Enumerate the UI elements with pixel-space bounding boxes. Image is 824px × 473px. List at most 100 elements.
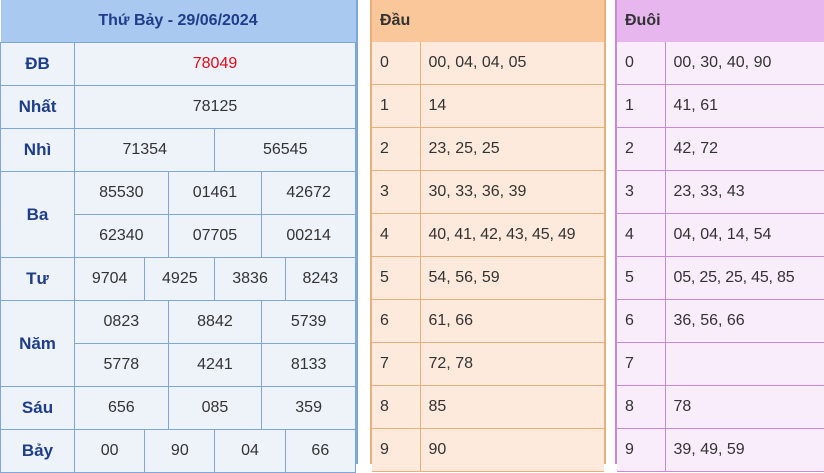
head-digit-values: 14 [420, 84, 604, 128]
prize-row-bay: Bảy 00 90 04 66 [0, 429, 357, 473]
head-digit-row: 1 14 [372, 84, 604, 128]
head-digit-row: 8 85 [372, 385, 604, 429]
tail-digit-header-row: Đuôi [617, 0, 824, 42]
results-header-row: Thứ Bảy - 29/06/2024 [0, 0, 356, 43]
tail-digit-values: 23, 33, 43 [665, 170, 824, 214]
tail-digit-values: 00, 30, 40, 90 [665, 42, 824, 85]
tail-digit-key: 1 [617, 84, 666, 128]
seventh-prize-number: 00 [73, 429, 146, 473]
head-digit-values: 90 [420, 428, 604, 472]
third-prize-number: 00214 [261, 214, 356, 258]
head-digit-row: 6 61, 66 [372, 299, 604, 343]
prize-row-ba: Ba 85530 01461 42672 [0, 171, 356, 258]
third-prize-number: 62340 [74, 214, 169, 258]
head-digit-table: Đầu 0 00, 04, 04, 05 1 14 2 23, 25, 25 3 30,… [372, 0, 604, 472]
tail-digit-row: 8 78 [617, 385, 824, 429]
prize-label-sau: Sáu [0, 386, 75, 430]
prize-label-bay: Bảy [0, 429, 75, 473]
prize-label-nam: Năm [0, 300, 75, 387]
head-digit-panel: Đầu 0 00, 04, 04, 05 1 14 2 23, 25, 25 3 30,… [370, 0, 606, 472]
third-prize-number: 42672 [261, 171, 356, 215]
head-digit-row: 4 40, 41, 42, 43, 45, 49 [372, 213, 604, 257]
sixth-prize-number: 656 [74, 386, 169, 430]
head-digit-header-blank [420, 0, 604, 42]
head-digit-key: 4 [372, 213, 421, 257]
fifth-prize-number: 8842 [167, 300, 263, 344]
head-digit-header-row: Đầu [372, 0, 604, 42]
head-digit-row: 5 54, 56, 59 [372, 256, 604, 300]
second-prize-number: 56545 [214, 128, 356, 172]
prize-row-tu: Tư 9704 4925 3836 8243 [0, 257, 357, 301]
head-digit-key: 8 [372, 385, 421, 429]
fifth-prize-number: 8133 [261, 343, 356, 387]
tail-digit-key: 7 [617, 342, 666, 386]
seventh-prize-number: 90 [144, 429, 216, 473]
head-digit-key: 3 [372, 170, 421, 214]
sixth-prize-number: 359 [261, 386, 356, 430]
prize-label-db: ĐB [0, 42, 75, 86]
fourth-prize-number: 9704 [73, 257, 146, 301]
tail-digit-table: Đuôi 0 00, 30, 40, 90 1 41, 61 2 42, 72 3 23… [617, 0, 824, 472]
head-digit-key: 5 [372, 256, 421, 300]
prize-row-nhi: Nhì 71354 56545 [0, 128, 356, 172]
head-digit-values: 00, 04, 04, 05 [420, 42, 604, 85]
fifth-prize-number: 5778 [74, 343, 169, 387]
head-digit-row: 7 72, 78 [372, 342, 604, 386]
fourth-prize-number: 3836 [214, 257, 286, 301]
head-digit-key: 9 [372, 428, 421, 472]
head-digit-values: 72, 78 [420, 342, 604, 386]
second-prize-number: 71354 [73, 128, 216, 172]
seventh-prize-number: 66 [284, 429, 357, 473]
third-prize-number: 07705 [167, 214, 263, 258]
prize-row-sau: Sáu 656 085 359 [0, 386, 356, 430]
tail-digit-values: 41, 61 [665, 84, 824, 128]
head-digit-key: 7 [372, 342, 421, 386]
fourth-prize-number: 4925 [144, 257, 216, 301]
sixth-prize-number: 085 [167, 386, 263, 430]
tail-digit-row: 2 42, 72 [617, 127, 824, 171]
head-digit-values: 40, 41, 42, 43, 45, 49 [420, 213, 604, 257]
results-table: Thứ Bảy - 29/06/2024 ĐB 78049 Nhất 78125… [0, 0, 357, 473]
head-digit-values: 61, 66 [420, 299, 604, 343]
tail-digit-row: 1 41, 61 [617, 84, 824, 128]
tail-digit-row: 9 39, 49, 59 [617, 428, 824, 472]
prize-label-ba: Ba [0, 171, 75, 258]
tail-digit-key: 9 [617, 428, 666, 472]
head-digit-key: 6 [372, 299, 421, 343]
prize-row-nam: Năm 0823 8842 5739 [0, 300, 356, 387]
tail-digit-key: 6 [617, 299, 666, 343]
special-prize-number: 78049 [74, 42, 356, 86]
tail-digit-key: 2 [617, 127, 666, 171]
head-digit-key: 1 [372, 84, 421, 128]
tail-digit-header: Đuôi [617, 0, 665, 42]
fourth-prize-number: 8243 [284, 257, 357, 301]
tail-digit-row: 3 23, 33, 43 [617, 170, 824, 214]
head-digit-values: 85 [420, 385, 604, 429]
tail-digit-values: 42, 72 [665, 127, 824, 171]
seventh-prize-number: 04 [214, 429, 286, 473]
tail-digit-values [665, 342, 824, 386]
results-title: Thứ Bảy - 29/06/2024 [0, 0, 356, 43]
fifth-prize-number: 4241 [167, 343, 263, 387]
head-digit-key: 0 [372, 42, 421, 85]
tail-digit-row: 6 36, 56, 66 [617, 299, 824, 343]
head-digit-values: 23, 25, 25 [420, 127, 604, 171]
prize-label-nhi: Nhì [0, 128, 75, 172]
head-digit-header: Đầu [372, 0, 420, 42]
tail-digit-key: 0 [617, 42, 666, 85]
head-digit-key: 2 [372, 127, 421, 171]
tail-digit-values: 05, 25, 25, 45, 85 [665, 256, 824, 300]
tail-digit-values: 04, 04, 14, 54 [665, 213, 824, 257]
head-digit-row: 2 23, 25, 25 [372, 127, 604, 171]
fifth-prize-number: 5739 [261, 300, 356, 344]
prize-label-tu: Tư [0, 257, 75, 301]
tail-digit-row: 0 00, 30, 40, 90 [617, 42, 824, 85]
third-prize-number: 85530 [74, 171, 169, 215]
head-digit-row: 0 00, 04, 04, 05 [372, 42, 604, 85]
tail-digit-header-blank [665, 0, 824, 42]
tail-digit-row: 7 [617, 342, 824, 386]
prize-label-nhat: Nhất [0, 85, 75, 129]
tail-digit-key: 8 [617, 385, 666, 429]
head-digit-row: 3 30, 33, 36, 39 [372, 170, 604, 214]
results-panel: Thứ Bảy - 29/06/2024 ĐB 78049 Nhất 78125… [0, 0, 358, 473]
